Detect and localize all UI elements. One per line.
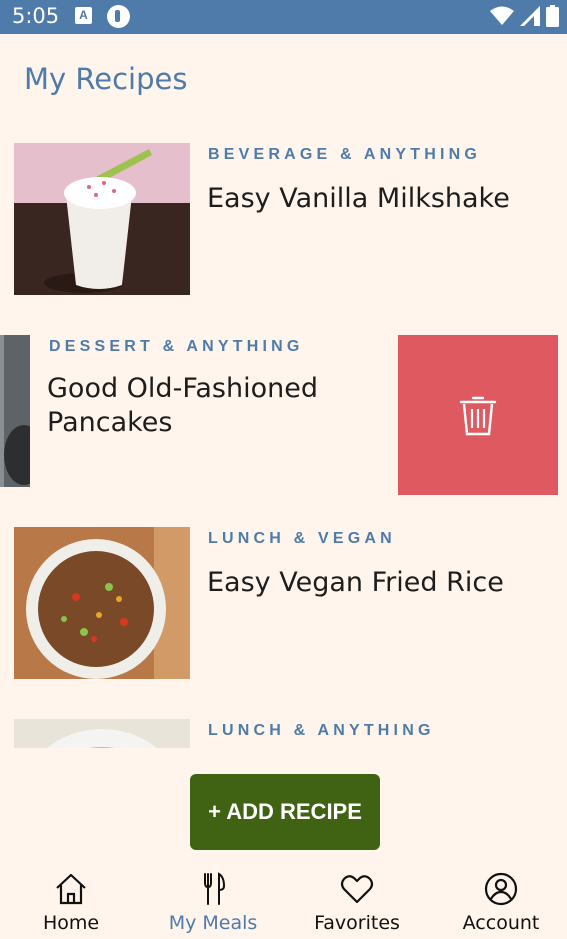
signal-icon [520,6,540,26]
recipe-name: Good Old-Fashioned Pancakes [47,373,318,438]
recipe-category: LUNCH & VEGAN [208,530,396,547]
nav-label: Favorites [314,912,400,934]
nav-item-my-meals[interactable]: My Meals [142,860,284,939]
salad-image [14,719,190,748]
heart-icon [340,875,374,904]
nav-label: Account [462,912,540,934]
fork-knife-icon [204,872,226,905]
delete-button[interactable] [398,335,558,495]
home-icon [56,873,86,905]
nav-item-account[interactable]: Account [430,860,567,939]
nav-item-home[interactable]: Home [0,860,142,939]
nav-label: Home [42,912,100,934]
status-time: 5:05 [12,4,60,28]
app-icon [107,5,130,28]
recipe-item[interactable]: LUNCH & ANYTHING [0,702,567,748]
page-title: My Recipes [24,62,188,96]
recipe-list[interactable]: BEVERAGE & ANYTHING Easy Vanilla Milksha… [0,126,567,748]
recipe-category: DESSERT & ANYTHING [49,338,304,355]
wifi-icon [490,6,514,25]
recipe-category: LUNCH & ANYTHING [208,722,435,739]
recipe-item[interactable]: LUNCH & VEGAN Easy Vegan Fried Rice [0,510,567,680]
trash-icon [459,396,497,436]
bottom-nav: Home My Meals Favorites Account [0,860,567,939]
recipe-item[interactable]: DESSERT & ANYTHING Good Old-Fashioned Pa… [0,126,567,487]
status-bar: 5:05 A [0,0,567,34]
nav-label: My Meals [168,912,258,934]
a-icon: A [75,7,92,24]
nav-item-favorites[interactable]: Favorites [286,860,428,939]
add-recipe-button[interactable]: + ADD RECIPE [190,774,380,850]
recipe-name: Easy Vegan Fried Rice [207,567,504,598]
battery-icon [546,5,559,27]
fried-rice-image [14,527,190,679]
account-icon [484,872,518,906]
pancakes-image [0,335,30,487]
